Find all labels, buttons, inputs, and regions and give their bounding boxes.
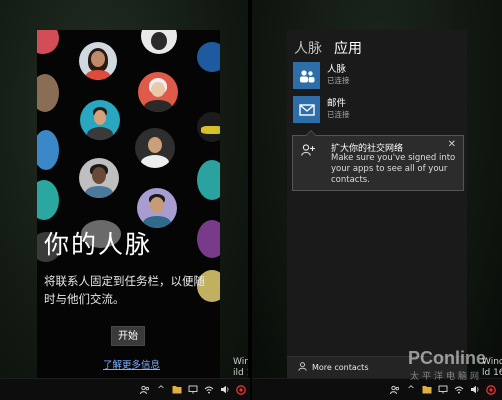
app-status: 已连接 [327,110,350,119]
taskbar-left: ^ 英 [0,378,262,400]
more-contacts-label: More contacts [312,363,369,372]
contact-avatar [138,72,178,112]
social-network-tip: 扩大你的社交网络 ✕ Make sure you've signed into … [292,130,464,191]
app-name: 人脉 [327,64,347,75]
watermark-logo-text: PConline [408,348,487,368]
people-flyout: 人脉 应用 人脉 已连接 邮件 已连接 [287,30,467,378]
contact-avatar [197,42,220,72]
contact-avatar [141,30,177,54]
contact-avatar [80,100,120,140]
contact-avatar [135,128,175,168]
app-status: 已连接 [327,76,350,85]
page-description: 将联系人固定到任务栏，以便随时与他们交流。 [44,274,205,306]
wifi-icon[interactable] [454,385,464,395]
contact-avatar [37,180,59,220]
folder-icon[interactable] [422,385,432,395]
people-app-icon [293,62,320,89]
antivirus-icon[interactable] [236,384,246,395]
contact-avatar [37,74,59,112]
volume-icon[interactable] [470,385,480,395]
contact-avatar [197,220,220,258]
watermark-line-1: Wind [233,357,248,367]
tip-arrow [305,130,317,136]
app-name: 邮件 [327,98,347,109]
people-icon[interactable] [390,385,400,395]
chevron-up-icon[interactable]: ^ [406,385,416,395]
wifi-icon[interactable] [204,385,214,395]
left-screen: 你的人脉 将联系人固定到任务栏，以便随时与他们交流。 开始 了解更多信息 Win… [0,0,248,400]
contact-avatar [137,188,177,228]
tab-people[interactable]: 人脉 [294,38,322,58]
tab-apps[interactable]: 应用 [334,38,362,58]
person-icon [298,362,307,374]
learn-more-link[interactable]: 了解更多信息 [103,357,160,371]
people-icon[interactable] [140,385,150,395]
add-contact-icon [301,144,315,159]
contact-avatar [37,130,59,170]
system-tray: ^ 英 [140,382,262,397]
chevron-up-icon[interactable]: ^ [156,385,166,395]
app-item-mail[interactable]: 邮件 已连接 [293,96,350,123]
folder-icon[interactable] [172,385,182,395]
contact-avatar [79,158,119,198]
contact-avatar [37,30,59,54]
contact-avatar [197,160,220,200]
mail-app-icon [293,96,320,123]
contact-avatar [79,42,117,80]
network-icon[interactable] [188,385,198,395]
page-title: 你的人脉 [44,230,153,259]
desktop-watermark-text: Wind ild 16188 [233,357,248,379]
watermark-sub-text: 太平洋电脑网 [410,372,483,382]
start-button[interactable]: 开始 [111,326,145,346]
contact-avatar [197,112,220,142]
close-icon[interactable]: ✕ [448,139,456,150]
right-screen: 人脉 应用 人脉 已连接 邮件 已连接 扩大你的社交网络 ✕ Make sure… [252,0,502,400]
tip-body: Make sure you've signed into your apps t… [331,153,456,185]
antivirus-icon[interactable] [486,384,496,395]
app-item-people[interactable]: 人脉 已连接 [293,62,350,89]
system-tray: ^ 英 [390,382,502,397]
network-icon[interactable] [438,385,448,395]
volume-icon[interactable] [220,385,230,395]
site-watermark: PConline 太平洋电脑网 [406,348,500,382]
flyout-tabs: 人脉 应用 [294,38,362,58]
